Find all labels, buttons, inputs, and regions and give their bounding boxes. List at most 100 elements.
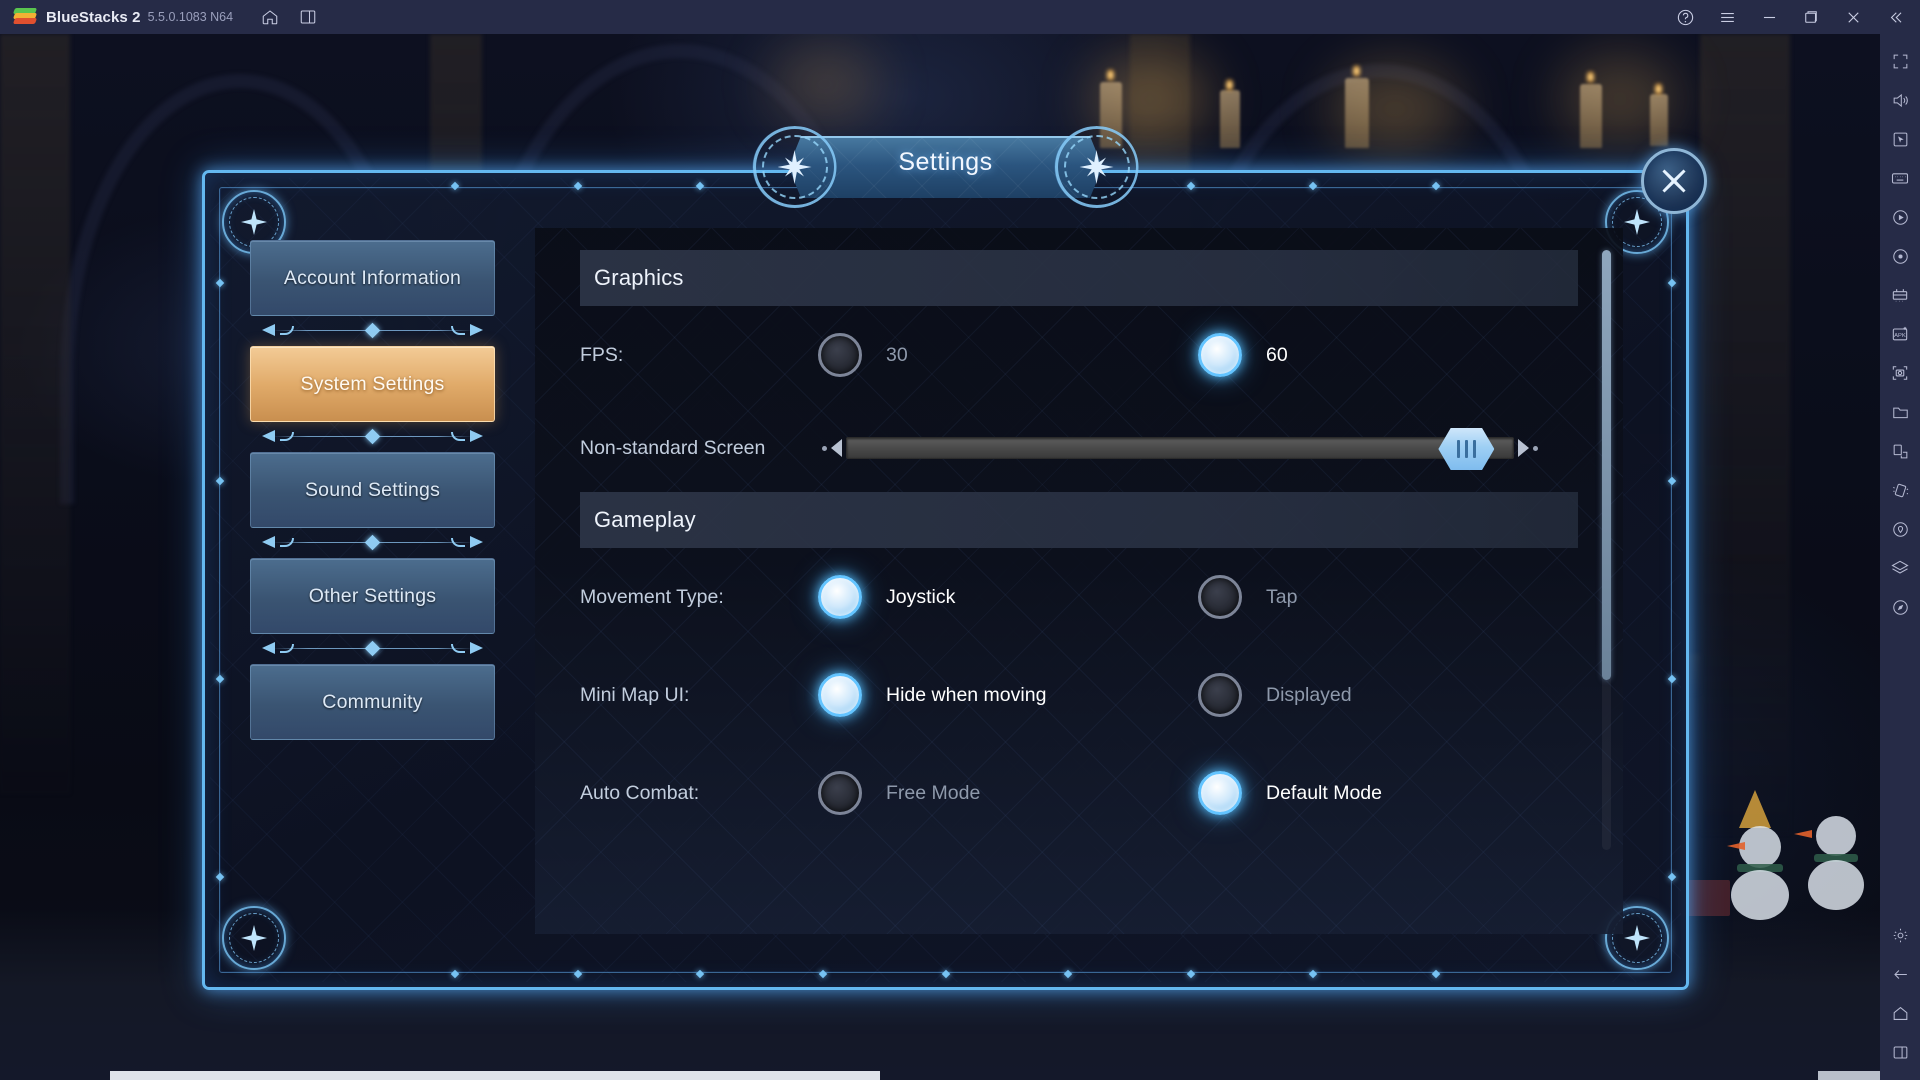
taskbar-strip [110,1071,880,1080]
option-label: Free Mode [886,781,981,804]
slider-handle[interactable] [1438,428,1495,470]
app-name: BlueStacks 2 [46,8,141,26]
fps-option-60[interactable]: 60 [1198,333,1288,377]
media-folder-icon[interactable] [1884,395,1916,429]
instance-manager-icon[interactable] [293,2,323,32]
frame-dots-right [1667,278,1676,882]
shake-icon[interactable] [1884,473,1916,507]
setting-row-auto-combat: Auto Combat: Free Mode Default Mode [580,744,1578,842]
home-icon[interactable] [255,2,285,32]
option-label: Joystick [886,585,956,608]
section-title: Graphics [594,265,684,290]
collapse-sidebar-icon[interactable] [1880,2,1910,32]
setting-row-movement-type: Movement Type: Joystick Tap [580,548,1578,646]
movement-type-option-joystick[interactable]: Joystick [818,575,1198,619]
mini-map-option-hide-when-moving[interactable]: Hide when moving [818,673,1198,717]
fps-option-30[interactable]: 30 [818,333,1198,377]
radio-icon [1198,673,1242,717]
window-titlebar: BlueStacks 2 5.5.0.1083 N64 [0,0,1920,34]
option-label: Displayed [1266,683,1352,706]
app-version: 5.5.0.1083 N64 [147,10,234,24]
settings-gear-icon[interactable] [1884,918,1916,952]
minimize-icon[interactable] [1754,2,1784,32]
install-apk-icon[interactable]: APK [1884,317,1916,351]
screen-record-icon[interactable] [1884,239,1916,273]
android-home-icon[interactable] [1884,996,1916,1030]
setting-label: Non-standard Screen [580,436,766,459]
svg-text:APK: APK [1894,333,1906,339]
sidebar-item-account-information[interactable]: Account Information [250,240,495,316]
section-header-graphics: Graphics [580,250,1578,306]
dialog-title-banner: Settings [752,124,1139,210]
option-label: Default Mode [1266,781,1382,804]
layers-icon[interactable] [1884,551,1916,585]
volume-icon[interactable] [1884,83,1916,117]
sidebar-item-label: Community [322,690,423,713]
setting-row-fps: FPS: 30 60 [580,306,1578,404]
option-label: Hide when moving [886,683,1047,706]
frame-dots-bottom [450,969,1441,979]
settings-content-panel: Graphics FPS: 30 60 Non-standard Screen [535,228,1623,934]
close-icon[interactable] [1838,2,1868,32]
option-label: Tap [1266,585,1298,608]
setting-label: Auto Combat: [580,781,700,804]
game-viewport: Settings Account Information System Sett… [0,34,1880,1080]
dialog-close-button[interactable] [1641,148,1707,214]
help-icon[interactable] [1670,2,1700,32]
auto-combat-option-free-mode[interactable]: Free Mode [818,771,1198,815]
setting-label: FPS: [580,343,624,366]
radio-icon [1198,333,1242,377]
screenshot-icon[interactable] [1884,356,1916,390]
sidebar-item-system-settings[interactable]: System Settings [250,346,495,422]
close-x-icon [1662,169,1686,193]
sidebar-item-label: Other Settings [308,584,437,607]
back-arrow-icon[interactable] [1884,957,1916,991]
section-title: Gameplay [594,507,696,532]
slider-chevron-right-icon [1518,439,1529,457]
sidebar-divider [250,316,495,346]
corner-ornament-bottom-left [222,906,286,970]
sidebar-item-label: Sound Settings [304,478,441,501]
sidebar-item-other-settings[interactable]: Other Settings [250,558,495,634]
content-scrollbar[interactable] [1602,250,1611,850]
slider-track[interactable] [846,428,1514,470]
sidebar-divider [250,528,495,558]
recent-apps-icon[interactable] [1884,1035,1916,1069]
fullscreen-icon[interactable] [1884,44,1916,78]
multi-instance-icon[interactable] [1884,278,1916,312]
sidebar-item-community[interactable]: Community [250,664,495,740]
frame-dots-left [215,278,224,882]
keyboard-controls-icon[interactable] [1884,161,1916,195]
auto-combat-option-default-mode[interactable]: Default Mode [1198,771,1382,815]
bluestacks-sidebar: APK [1880,34,1920,1080]
bluestacks-logo-icon [12,8,38,26]
taskbar-strip-right [1818,1071,1880,1080]
non-standard-screen-slider[interactable] [822,428,1538,470]
setting-row-mini-map-ui: Mini Map UI: Hide when moving Displayed [580,646,1578,744]
sidebar-item-sound-settings[interactable]: Sound Settings [250,452,495,528]
sidebar-divider [250,634,495,664]
macro-recorder-icon[interactable] [1884,200,1916,234]
mini-map-option-displayed[interactable]: Displayed [1198,673,1352,717]
setting-label: Movement Type: [580,585,724,608]
menu-icon[interactable] [1712,2,1742,32]
sidebar-item-label: Account Information [283,266,462,289]
pointer-icon[interactable] [1884,122,1916,156]
radio-icon [1198,575,1242,619]
movement-type-option-tap[interactable]: Tap [1198,575,1297,619]
setting-label: Mini Map UI: [580,683,690,706]
radio-icon [818,333,862,377]
option-label: 60 [1266,343,1288,366]
maximize-icon[interactable] [1796,2,1826,32]
scrollbar-thumb[interactable] [1602,250,1611,680]
slider-dot-left [822,445,827,451]
rotate-icon[interactable] [1884,434,1916,468]
radio-icon [818,673,862,717]
option-label: 30 [886,343,908,366]
radio-icon [818,771,862,815]
location-icon[interactable] [1884,512,1916,546]
slider-chevron-left-icon [831,439,842,457]
compass-icon[interactable] [1884,590,1916,624]
setting-row-non-standard-screen: Non-standard Screen [580,404,1578,492]
settings-dialog: Settings Account Information System Sett… [202,126,1707,990]
